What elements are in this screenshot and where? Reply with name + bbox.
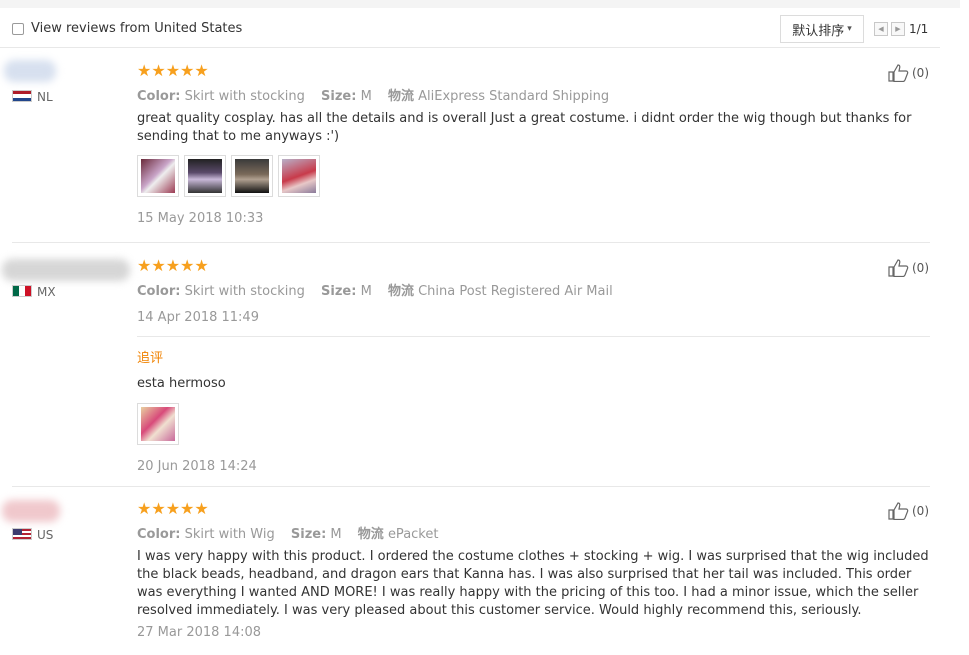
- divider: [12, 486, 930, 487]
- size-value: M: [330, 527, 342, 542]
- review-photo[interactable]: [184, 155, 226, 197]
- followup-divider: [137, 336, 930, 337]
- shipping-key: 物流: [387, 89, 414, 104]
- mx-flag-icon: [12, 285, 32, 297]
- review-text: great quality cosplay. has all the detai…: [137, 111, 912, 144]
- buyer-name-blurred: [2, 259, 130, 281]
- shipping-key: 物流: [357, 527, 384, 542]
- buyer-country: NL: [37, 90, 53, 104]
- shipping-value: AliExpress Standard Shipping: [418, 89, 610, 104]
- review-text: I was very happy with this product. I or…: [137, 549, 929, 618]
- helpful-button[interactable]: (0): [888, 64, 929, 82]
- buyer-name-blurred: [4, 60, 56, 82]
- country-filter[interactable]: View reviews from United States: [12, 21, 242, 36]
- review-photo[interactable]: [137, 403, 179, 445]
- helpful-count: (0): [912, 504, 929, 518]
- shipping-value: China Post Registered Air Mail: [418, 284, 613, 299]
- order-info: Color: Skirt with stocking Size: M 物流 Al…: [137, 85, 621, 104]
- helpful-button[interactable]: (0): [888, 502, 929, 520]
- page-indicator: 1/1: [909, 22, 929, 36]
- star-rating: ★★★★★: [137, 499, 209, 518]
- nl-flag-icon: [12, 90, 32, 102]
- thumbs-up-icon: [888, 64, 909, 82]
- color-value: Skirt with stocking: [184, 284, 305, 299]
- order-info: Color: Skirt with stocking Size: M 物流 Ch…: [137, 280, 625, 299]
- size-value: M: [360, 284, 372, 299]
- order-info: Color: Skirt with Wig Size: M 物流 ePacket: [137, 523, 450, 542]
- color-key: Color:: [137, 284, 181, 299]
- sort-label: 默认排序: [792, 23, 845, 39]
- review-date: 27 Mar 2018 14:08: [137, 625, 262, 640]
- followup-label: 追评: [137, 351, 164, 366]
- thumbs-up-icon: [888, 259, 909, 277]
- shipping-key: 物流: [387, 284, 414, 299]
- shipping-value: ePacket: [387, 527, 439, 542]
- next-page-button[interactable]: ▶: [891, 22, 905, 36]
- size-key: Size:: [290, 527, 327, 542]
- top-strip: [0, 0, 960, 8]
- color-key: Color:: [137, 527, 181, 542]
- review-date: 15 May 2018 10:33: [137, 211, 264, 226]
- color-value: Skirt with Wig: [184, 527, 275, 542]
- pagination: ◀ ▶ 1/1: [874, 22, 928, 36]
- size-key: Size:: [321, 284, 357, 299]
- size-key: Size:: [321, 89, 357, 104]
- divider: [12, 242, 930, 243]
- buyer-country: US: [37, 528, 54, 542]
- us-flag-icon: [12, 528, 32, 540]
- star-rating: ★★★★★: [137, 61, 209, 80]
- star-rating: ★★★★★: [137, 256, 209, 275]
- review-photo[interactable]: [137, 155, 179, 197]
- buyer-name-blurred: [2, 500, 60, 522]
- prev-page-button[interactable]: ◀: [874, 22, 888, 36]
- followup-date: 20 Jun 2018 14:24: [137, 459, 257, 474]
- us-filter-label[interactable]: View reviews from United States: [31, 21, 242, 36]
- review-photo[interactable]: [278, 155, 320, 197]
- color-value: Skirt with stocking: [184, 89, 305, 104]
- helpful-count: (0): [912, 261, 929, 275]
- color-key: Color:: [137, 89, 181, 104]
- helpful-button[interactable]: (0): [888, 259, 929, 277]
- followup-text: esta hermoso: [137, 376, 226, 391]
- size-value: M: [360, 89, 372, 104]
- thumbs-up-icon: [888, 502, 909, 520]
- us-filter-checkbox[interactable]: [12, 22, 24, 35]
- buyer-country: MX: [37, 285, 56, 299]
- review-toolbar: View reviews from United States 默认排序 ▾ ◀…: [0, 8, 940, 48]
- sort-dropdown[interactable]: 默认排序 ▾: [780, 15, 864, 43]
- review-photo[interactable]: [231, 155, 273, 197]
- chevron-down-icon: ▾: [847, 24, 852, 34]
- helpful-count: (0): [912, 66, 929, 80]
- review-date: 14 Apr 2018 11:49: [137, 310, 259, 325]
